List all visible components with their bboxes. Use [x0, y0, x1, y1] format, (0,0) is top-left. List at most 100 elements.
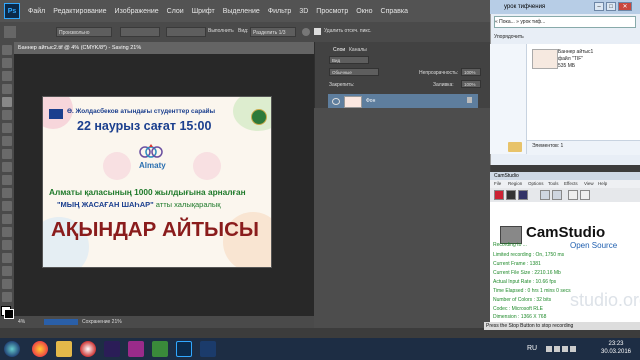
pause-button-icon[interactable] — [506, 190, 516, 200]
hand-tool-icon[interactable] — [2, 279, 12, 289]
fill-input[interactable]: 100% — [461, 80, 481, 88]
organize-button[interactable]: Упорядочить — [494, 32, 524, 42]
document-tab[interactable]: Баннер айтыс2.tif @ 4% (CMYK/8*) - Savin… — [14, 42, 314, 54]
eraser-tool-icon[interactable] — [2, 175, 12, 185]
delete-pixels-label: Удалить отсеч. пикс. — [324, 28, 372, 34]
explorer-titlebar[interactable]: урок тифчения – □ ✕ — [490, 0, 640, 14]
maximize-button[interactable]: □ — [606, 2, 616, 11]
camstudio-taskbar-icon[interactable] — [152, 341, 168, 357]
gradient-tool-icon[interactable] — [2, 188, 12, 198]
folder-icon — [508, 142, 522, 152]
shape-tool-icon[interactable] — [2, 266, 12, 276]
camstudio-statusbar: Press the Stop Button to stop recording — [484, 322, 640, 330]
lasso-tool-icon[interactable] — [2, 71, 12, 81]
cs-menu-file[interactable]: File — [494, 180, 501, 188]
healing-tool-icon[interactable] — [2, 123, 12, 133]
quick-select-tool-icon[interactable] — [2, 84, 12, 94]
clock[interactable]: 23:23 30.03.2016 — [596, 340, 636, 356]
annotation-button-icon[interactable] — [552, 190, 562, 200]
menu-view[interactable]: Просмотр — [312, 8, 352, 15]
menu-edit[interactable]: Редактирование — [49, 8, 110, 15]
stamp-tool-icon[interactable] — [2, 149, 12, 159]
type-tool-icon[interactable] — [2, 240, 12, 250]
tab-channels[interactable]: Каналы — [349, 47, 367, 53]
cs-menu-region[interactable]: Region — [508, 180, 522, 188]
blur-tool-icon[interactable] — [2, 201, 12, 211]
opacity-input[interactable]: 100% — [461, 68, 481, 76]
start-button-icon[interactable] — [4, 341, 20, 357]
menu-help[interactable]: Справка — [377, 8, 412, 15]
crop-width-input[interactable] — [120, 27, 160, 37]
blend-mode-select[interactable]: Обычные — [329, 68, 379, 76]
menu-filter[interactable]: Фильтр — [264, 8, 296, 15]
file-thumbnail[interactable] — [532, 49, 558, 69]
cs-menu-tools[interactable]: Tools — [548, 180, 559, 188]
fill-label: Заливка: — [433, 82, 454, 88]
pen-tool-icon[interactable] — [2, 227, 12, 237]
eyedropper-tool-icon[interactable] — [2, 110, 12, 120]
zoom-level[interactable]: 4% — [18, 316, 25, 328]
menu-image[interactable]: Изображение — [111, 8, 163, 15]
firefox-icon[interactable] — [32, 341, 48, 357]
record-button-icon[interactable] — [494, 190, 504, 200]
close-button[interactable]: ✕ — [618, 2, 632, 11]
premiere-icon[interactable] — [104, 341, 120, 357]
delete-pixels-checkbox[interactable] — [314, 28, 321, 35]
menu-file[interactable]: Файл — [24, 8, 49, 15]
cs-menu-help[interactable]: Help — [598, 180, 607, 188]
options-button-icon[interactable] — [568, 190, 578, 200]
emblem-icon — [251, 109, 267, 125]
menu-layer[interactable]: Слои — [163, 8, 188, 15]
view-select[interactable]: Разделить 1/3 — [250, 27, 296, 37]
refine-label[interactable]: Выполнить — [208, 28, 234, 34]
file-name[interactable]: Баннер айтыс1 — [558, 49, 593, 55]
clock-date: 30.03.2016 — [600, 349, 632, 355]
color-swatches[interactable] — [0, 305, 14, 319]
crop-tool-icon[interactable] — [4, 26, 16, 38]
taskbar — [0, 338, 640, 360]
marquee-tool-icon[interactable] — [2, 58, 12, 68]
camstudio-menubar: File Region Options Tools Effects View H… — [490, 180, 640, 188]
language-indicator[interactable]: RU — [527, 345, 537, 352]
explorer-icon[interactable] — [56, 341, 72, 357]
photoshop-taskbar-icon[interactable] — [176, 341, 192, 357]
ps-menubar: Ps Файл Редактирование Изображение Слои … — [0, 0, 490, 22]
camstudio-logo-subtitle: Open Source — [570, 241, 618, 250]
layer-name[interactable]: Фон — [366, 98, 375, 104]
app-icon[interactable] — [128, 341, 144, 357]
camstudio-titlebar[interactable]: CamStudio — [490, 172, 640, 180]
layer-kind-filter[interactable]: Вид — [329, 56, 369, 64]
menu-type[interactable]: Шрифт — [188, 8, 219, 15]
history-brush-tool-icon[interactable] — [2, 162, 12, 172]
brush-tool-icon[interactable] — [2, 136, 12, 146]
region-button-icon[interactable] — [540, 190, 550, 200]
minimize-button[interactable]: – — [594, 2, 604, 11]
dodge-tool-icon[interactable] — [2, 214, 12, 224]
move-tool-icon[interactable] — [2, 45, 12, 55]
eye-visibility-icon[interactable] — [332, 98, 340, 105]
cs-menu-effects[interactable]: Effects — [564, 180, 578, 188]
path-select-tool-icon[interactable] — [2, 253, 12, 263]
banner-canvas: Ө. Жолдасбеков атындағы студенттер сарай… — [42, 96, 272, 268]
menu-3d[interactable]: 3D — [295, 8, 312, 15]
banner-date: 22 наурыз сағат 15:00 — [77, 119, 212, 133]
cs-menu-view[interactable]: View — [584, 180, 594, 188]
zoom-tool-icon[interactable] — [2, 292, 12, 302]
banner-dedication: Алматы қаласының 1000 жылдығына арналған — [49, 187, 246, 197]
menu-window[interactable]: Окно — [352, 8, 376, 15]
crop-height-input[interactable] — [166, 27, 206, 37]
media-player-icon[interactable] — [80, 341, 96, 357]
stop-button-icon[interactable] — [518, 190, 528, 200]
tab-layers[interactable]: Слои — [333, 47, 345, 53]
app-icon[interactable] — [200, 341, 216, 357]
address-bar[interactable]: « Пока... » урок тиф... — [494, 16, 636, 28]
banner-contest-suffix: атты халықаралық — [153, 200, 221, 209]
cs-menu-options[interactable]: Options — [528, 180, 544, 188]
settings-gear-icon[interactable] — [302, 28, 310, 36]
tray-icons[interactable] — [545, 344, 585, 354]
video-options-icon[interactable] — [580, 190, 590, 200]
crop-tool-icon[interactable] — [2, 97, 12, 107]
menu-select[interactable]: Выделение — [219, 8, 264, 15]
crop-style-select[interactable]: Произвольно — [56, 27, 112, 37]
navigation-pane[interactable] — [490, 44, 527, 154]
